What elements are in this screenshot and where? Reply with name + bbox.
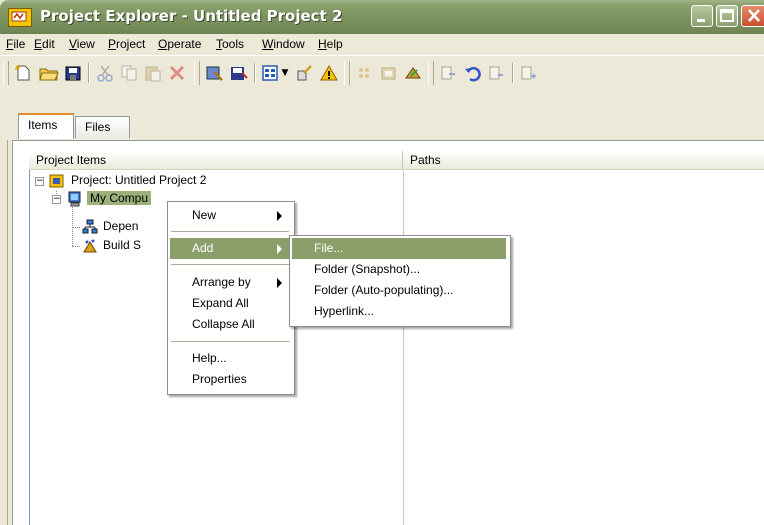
tab-strip: Items Files [0, 90, 764, 140]
menu-file[interactable]: File [6, 37, 25, 51]
toolbar-grip[interactable] [3, 61, 9, 85]
collapse-project-icon[interactable]: − [35, 177, 44, 186]
column-header-paths[interactable]: Paths [403, 151, 764, 170]
project-explorer-window: Project Explorer - Untitled Project 2 Fi… [0, 0, 764, 525]
submenu-item-file[interactable]: File... [292, 238, 506, 259]
copy-icon[interactable] [118, 62, 140, 84]
deploy-icon[interactable] [402, 62, 424, 84]
build-spec-icon[interactable] [378, 62, 400, 84]
submenu-item-folder-snapshot[interactable]: Folder (Snapshot)... [292, 259, 506, 280]
add-submenu: File... Folder (Snapshot)... Folder (Aut… [289, 235, 511, 327]
title-bar[interactable]: Project Explorer - Untitled Project 2 [0, 0, 764, 34]
tree-item-my-computer[interactable]: My Compu [87, 190, 152, 207]
undo-icon[interactable] [462, 62, 484, 84]
redo-icon[interactable] [486, 62, 508, 84]
project-tree: − Project: Untitled Project 2 − My Compu… [29, 171, 764, 525]
submenu-item-folder-auto-populating[interactable]: Folder (Auto-populating)... [292, 280, 506, 301]
menu-item-new[interactable]: New [170, 205, 290, 226]
menu-item-arrange-by[interactable]: Arrange by [170, 272, 290, 293]
new-icon[interactable] [12, 62, 34, 84]
project-tree-panel: Project Items Paths − Project: Untitled … [12, 140, 764, 525]
menu-view[interactable]: View [69, 37, 95, 51]
paste-icon[interactable] [142, 62, 164, 84]
minimize-button[interactable] [691, 5, 713, 27]
save-all-icon[interactable] [63, 62, 85, 84]
menu-item-add[interactable]: Add [170, 238, 290, 259]
column-header-project-items[interactable]: Project Items [29, 151, 403, 170]
tree-item-dependencies[interactable]: Depen [103, 218, 138, 235]
collapse-my-computer-icon[interactable]: − [52, 195, 61, 204]
view-as-dropdown-icon[interactable]: ▼ [280, 62, 290, 84]
menu-tools[interactable]: Tools [216, 37, 244, 51]
dependencies-icon [82, 219, 98, 235]
open-folder-icon[interactable] [38, 62, 60, 84]
toolbar-grip-3[interactable] [344, 61, 350, 85]
view-as-icon[interactable] [260, 62, 282, 84]
submenu-item-hyperlink[interactable]: Hyperlink... [292, 301, 506, 322]
warning-icon[interactable] [318, 62, 340, 84]
tree-item-build-specifications[interactable]: Build S [103, 237, 141, 254]
maximize-button[interactable] [716, 5, 738, 27]
toolbar: ▼ [0, 55, 764, 91]
menu-window[interactable]: Window [262, 37, 305, 51]
tab-items[interactable]: Items [18, 113, 74, 139]
find-icon[interactable] [438, 62, 460, 84]
menu-item-collapse-all[interactable]: Collapse All [170, 314, 290, 335]
toolbar-grip-2[interactable] [194, 61, 200, 85]
menu-operate[interactable]: Operate [158, 37, 201, 51]
submenu-arrow-icon [277, 278, 282, 288]
project-settings-icon[interactable] [204, 62, 226, 84]
menu-edit[interactable]: Edit [34, 37, 55, 51]
cut-icon[interactable] [94, 62, 116, 84]
toolbar-grip-4[interactable] [428, 61, 434, 85]
tab-files[interactable]: Files [75, 116, 130, 138]
tree-item-project[interactable]: Project: Untitled Project 2 [71, 172, 206, 189]
menu-project[interactable]: Project [108, 37, 145, 51]
build-specifications-icon [82, 238, 98, 254]
add-file-icon[interactable] [518, 62, 540, 84]
build-icon[interactable] [354, 62, 376, 84]
window-title: Project Explorer - Untitled Project 2 [40, 7, 343, 25]
tools-icon[interactable] [294, 62, 316, 84]
submenu-arrow-icon [277, 211, 282, 221]
context-menu: New Add Arrange by Expand All Collapse A… [167, 201, 295, 395]
menu-item-help[interactable]: Help... [170, 348, 290, 369]
labview-project-icon [8, 8, 32, 27]
menu-item-properties[interactable]: Properties [170, 369, 290, 390]
menu-bar: File Edit View Project Operate Tools Win… [0, 34, 764, 54]
computer-icon [67, 191, 83, 207]
menu-help[interactable]: Help [318, 37, 343, 51]
delete-icon[interactable] [166, 62, 188, 84]
close-button[interactable] [741, 5, 764, 27]
left-frame [0, 140, 12, 525]
menu-item-expand-all[interactable]: Expand All [170, 293, 290, 314]
project-icon [49, 173, 65, 189]
submenu-arrow-icon [277, 244, 282, 254]
save-project-icon[interactable] [228, 62, 250, 84]
